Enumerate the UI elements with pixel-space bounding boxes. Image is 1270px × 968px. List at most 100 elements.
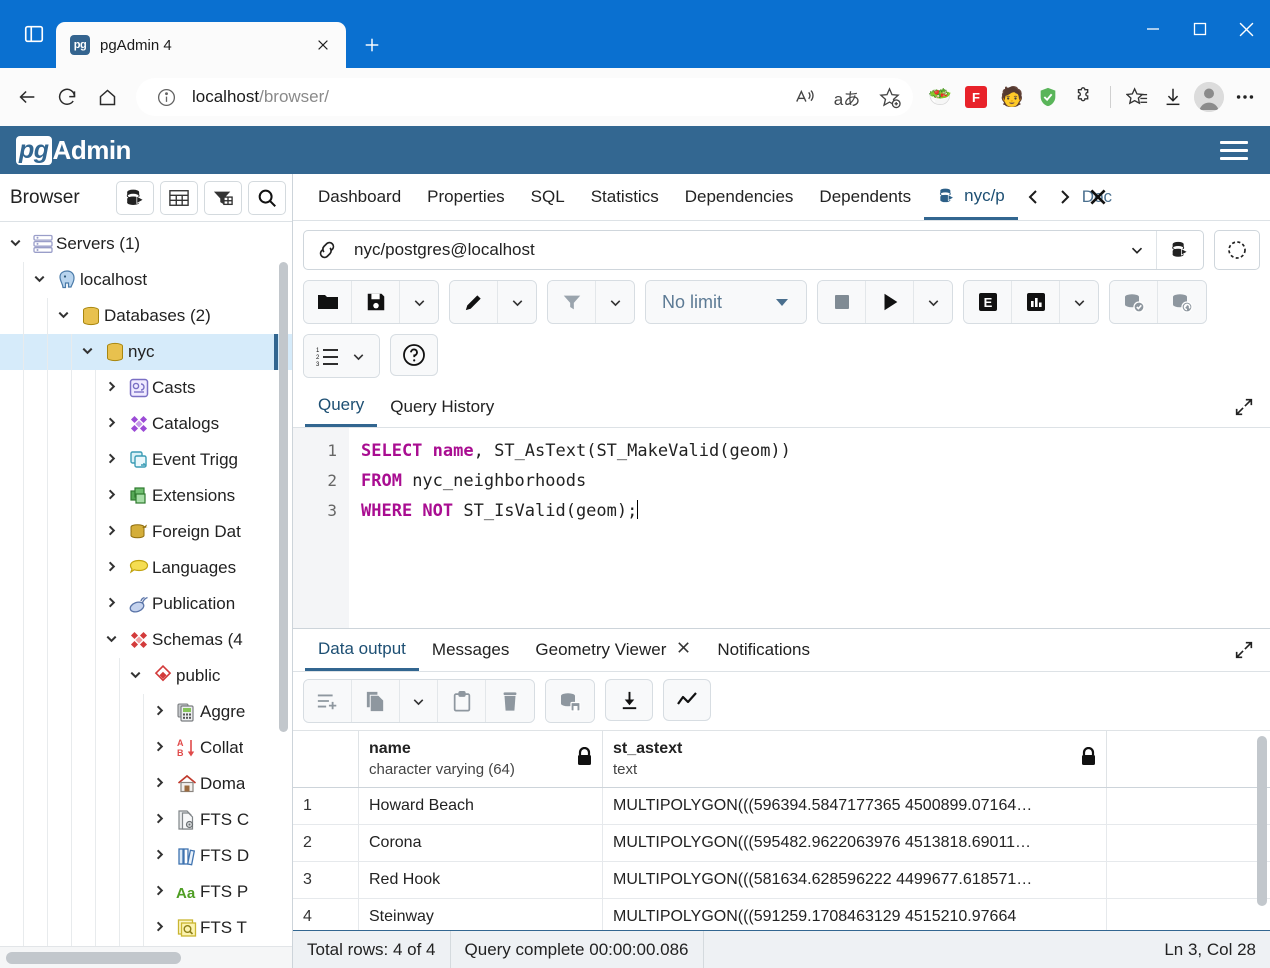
extension-icon-salad[interactable]: 🥗	[923, 80, 957, 114]
settings-more-icon[interactable]	[1228, 80, 1262, 114]
close-icon[interactable]	[676, 640, 691, 660]
back-arrow-icon[interactable]	[8, 78, 46, 116]
tab-query-tool[interactable]: nyc/p	[924, 174, 1018, 220]
graph-visualiser-icon[interactable]	[663, 679, 711, 721]
table-icon[interactable]	[160, 180, 198, 215]
chevron-right-icon[interactable]	[144, 811, 174, 829]
chevron-down-icon[interactable]	[400, 680, 438, 722]
grid-column-header-st_astext[interactable]: st_astext text	[603, 731, 1107, 787]
chevron-right-icon[interactable]	[1050, 177, 1078, 217]
tab-dashboard[interactable]: Dashboard	[305, 174, 414, 220]
row-limit-dropdown[interactable]: No limit	[645, 280, 807, 324]
chevron-down-icon[interactable]	[914, 281, 952, 323]
tab-query[interactable]: Query	[305, 386, 378, 427]
tree-item-doma[interactable]: Doma	[0, 766, 292, 802]
expand-panel-icon[interactable]	[1230, 393, 1258, 421]
extension-icon-f[interactable]: F	[959, 80, 993, 114]
tree-item-extensions[interactable]: Extensions	[0, 478, 292, 514]
results-grid[interactable]: name character varying (64) st_astext text …	[293, 730, 1270, 930]
tree-item-nyc[interactable]: nyc	[0, 334, 292, 370]
chevron-right-icon[interactable]	[144, 739, 174, 757]
cell-name[interactable]: Howard Beach	[359, 788, 603, 824]
expand-panel-icon[interactable]	[1230, 636, 1258, 664]
tree-item-databases-2[interactable]: Databases (2)	[0, 298, 292, 334]
hamburger-menu-icon[interactable]	[1214, 135, 1254, 166]
chevron-down-icon[interactable]	[1060, 281, 1098, 323]
tree-item-aggre[interactable]: Aggre	[0, 694, 292, 730]
chevron-right-icon[interactable]	[96, 487, 126, 505]
new-tab-button[interactable]	[354, 27, 390, 63]
chevron-right-icon[interactable]	[144, 919, 174, 937]
tree-item-event-trigg[interactable]: Event Trigg	[0, 442, 292, 478]
tab-dependents[interactable]: Dependents	[806, 174, 924, 220]
editor-code[interactable]: SELECT name, ST_AsText(ST_MakeValid(geom…	[349, 428, 1270, 628]
table-row[interactable]: 2 Corona MULTIPOLYGON(((595482.9622063976 …	[293, 825, 1270, 862]
chevron-right-icon[interactable]	[144, 703, 174, 721]
database-run-icon[interactable]	[1157, 239, 1203, 261]
chevron-down-icon[interactable]	[596, 281, 634, 323]
tree-scroll-thumb[interactable]	[6, 951, 181, 964]
add-favorite-icon[interactable]	[873, 81, 905, 113]
save-data-changes-icon[interactable]	[546, 680, 594, 722]
filter-table-icon[interactable]	[204, 180, 242, 215]
cell-name[interactable]: Corona	[359, 825, 603, 861]
sql-editor[interactable]: 1 2 3 SELECT name, ST_AsText(ST_MakeValid(…	[293, 428, 1270, 628]
save-file-icon[interactable]	[352, 281, 400, 323]
chevron-down-icon[interactable]	[1118, 241, 1156, 259]
tab-data-output[interactable]: Data output	[305, 629, 419, 671]
close-icon[interactable]	[310, 32, 336, 58]
commit-icon[interactable]	[1110, 281, 1158, 323]
database-run-icon[interactable]	[116, 180, 154, 215]
tab-actions-icon[interactable]	[12, 0, 56, 68]
tab-messages[interactable]: Messages	[419, 629, 522, 671]
table-row[interactable]: 3 Red Hook MULTIPOLYGON(((581634.628596222…	[293, 862, 1270, 899]
search-icon[interactable]	[248, 180, 286, 215]
chevron-left-icon[interactable]	[1020, 177, 1048, 217]
grid-column-header-name[interactable]: name character varying (64)	[359, 731, 603, 787]
chevron-right-icon[interactable]	[96, 379, 126, 397]
address-bar[interactable]: localhost/browser/ aあ	[136, 78, 913, 116]
translate-icon[interactable]: aあ	[831, 81, 863, 113]
help-question-icon[interactable]	[390, 334, 438, 376]
tree-item-foreign-dat[interactable]: Foreign Dat	[0, 514, 292, 550]
chevron-down-icon[interactable]	[96, 631, 126, 649]
edit-pencil-icon[interactable]	[450, 281, 498, 323]
downloads-icon[interactable]	[1156, 80, 1190, 114]
tab-query-history[interactable]: Query History	[377, 386, 507, 427]
macros-list-icon[interactable]: 1 2 3	[304, 335, 379, 377]
tree-item-servers-1[interactable]: Servers (1)	[0, 226, 292, 262]
chevron-down-icon[interactable]	[48, 307, 78, 325]
paste-icon[interactable]	[438, 680, 486, 722]
tab-statistics[interactable]: Statistics	[578, 174, 672, 220]
delete-trash-icon[interactable]	[486, 680, 534, 722]
results-scroll-thumb[interactable]	[1257, 736, 1267, 906]
tree-item-fts-d[interactable]: FTS D	[0, 838, 292, 874]
copy-icon[interactable]	[352, 680, 400, 722]
tree-item-publication[interactable]: Publication	[0, 586, 292, 622]
table-row[interactable]: 4 Steinway MULTIPOLYGON(((591259.170846312…	[293, 899, 1270, 930]
open-file-icon[interactable]	[304, 281, 352, 323]
tab-properties[interactable]: Properties	[414, 174, 517, 220]
tree-item-schemas-4[interactable]: Schemas (4	[0, 622, 292, 658]
download-csv-icon[interactable]	[605, 679, 653, 721]
connection-selector[interactable]: nyc/postgres@localhost	[303, 230, 1204, 270]
tree-item-catalogs[interactable]: Catalogs	[0, 406, 292, 442]
tree-item-fts-t[interactable]: FTS T	[0, 910, 292, 946]
rollback-icon[interactable]	[1158, 281, 1206, 323]
chevron-right-icon[interactable]	[96, 559, 126, 577]
row-limit-value-wrap[interactable]: No limit	[646, 281, 806, 323]
chevron-down-icon[interactable]	[120, 667, 150, 685]
close-icon[interactable]: Doc	[1080, 177, 1116, 217]
tree-item-fts-c[interactable]: FTS C	[0, 802, 292, 838]
tree-item-localhost[interactable]: localhost	[0, 262, 292, 298]
explain-e-icon[interactable]: E	[964, 281, 1012, 323]
close-icon[interactable]	[1223, 0, 1270, 58]
chevron-down-icon[interactable]	[498, 281, 536, 323]
tree-item-fts-p[interactable]: Aa FTS P	[0, 874, 292, 910]
stop-icon[interactable]	[818, 281, 866, 323]
chevron-down-icon[interactable]	[24, 271, 54, 289]
extension-icon-puzzle[interactable]	[1067, 80, 1101, 114]
object-tree[interactable]: Servers (1) localhost Databases (2) nyc Cast…	[0, 222, 292, 946]
cell-name[interactable]: Steinway	[359, 899, 603, 930]
cell-st-astext[interactable]: MULTIPOLYGON(((596394.5847177365 4500899…	[603, 788, 1107, 824]
